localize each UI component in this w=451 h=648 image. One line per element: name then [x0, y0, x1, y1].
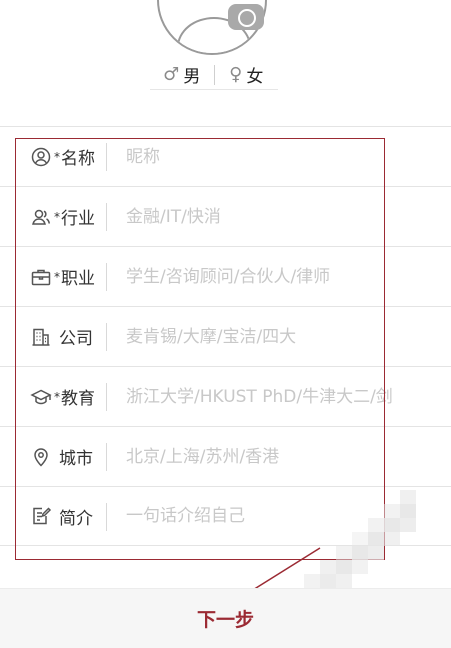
occupation-input[interactable] [126, 256, 451, 297]
form-row-education: * 教育 [0, 366, 451, 426]
required-mark: * [54, 149, 60, 164]
required-mark: * [54, 269, 60, 284]
required-mark: * [54, 209, 60, 224]
field-label-text: 简介 [59, 508, 93, 529]
graduation-cap-icon [30, 389, 52, 404]
gender-female-option[interactable]: ♀ 女 [215, 62, 279, 87]
field-label: 公司 [0, 324, 106, 349]
briefcase-icon [31, 269, 51, 285]
field-label-text: 职业 [61, 269, 95, 289]
field-label-text: 公司 [59, 329, 93, 349]
female-symbol-icon: ♀ [229, 64, 243, 85]
city-input[interactable] [126, 436, 451, 477]
field-label: 城市 [0, 444, 106, 469]
education-input[interactable] [126, 376, 451, 417]
form-row-occupation: * 职业 [0, 246, 451, 306]
company-input[interactable] [126, 316, 451, 357]
industry-input[interactable] [126, 196, 451, 237]
gender-male-option[interactable]: ♂ 男 [150, 62, 214, 87]
field-label: * 教育 [0, 384, 106, 409]
field-label: * 行业 [0, 204, 106, 229]
field-label-text: 教育 [61, 389, 95, 409]
users-icon [32, 209, 51, 225]
field-label-text: 城市 [59, 449, 93, 469]
building-icon [32, 328, 50, 346]
form-row-company: 公司 [0, 306, 451, 366]
field-label-text: 行业 [61, 209, 95, 229]
edit-note-icon [33, 507, 52, 525]
field-label: * 名称 [0, 144, 106, 169]
form-row-intro: 简介 [0, 486, 451, 546]
field-label: * 职业 [0, 264, 106, 289]
field-divider [106, 383, 107, 411]
form-row-name: * 名称 [0, 126, 451, 186]
next-step-button[interactable]: 下一步 [0, 588, 451, 648]
location-pin-icon [34, 447, 48, 467]
form-row-industry: * 行业 [0, 186, 451, 246]
field-divider [106, 323, 107, 351]
field-divider [106, 503, 107, 531]
male-symbol-icon: ♂ [163, 64, 180, 85]
field-label: 简介 [0, 504, 106, 529]
gender-male-label: 男 [183, 67, 201, 87]
intro-input[interactable] [126, 496, 451, 536]
field-divider [106, 203, 107, 231]
camera-icon[interactable] [228, 4, 264, 30]
name-input[interactable] [126, 136, 451, 177]
required-mark: * [54, 389, 60, 404]
gender-selector: ♂ 男 ♀ 女 [150, 60, 278, 90]
form-row-city: 城市 [0, 426, 451, 486]
profile-form: * 名称 * 行业 * 职业 [0, 126, 451, 546]
field-label-text: 名称 [61, 149, 95, 169]
user-circle-icon [31, 147, 51, 166]
field-divider [106, 443, 107, 471]
field-divider [106, 143, 107, 171]
gender-female-label: 女 [246, 67, 264, 87]
field-divider [106, 263, 107, 291]
